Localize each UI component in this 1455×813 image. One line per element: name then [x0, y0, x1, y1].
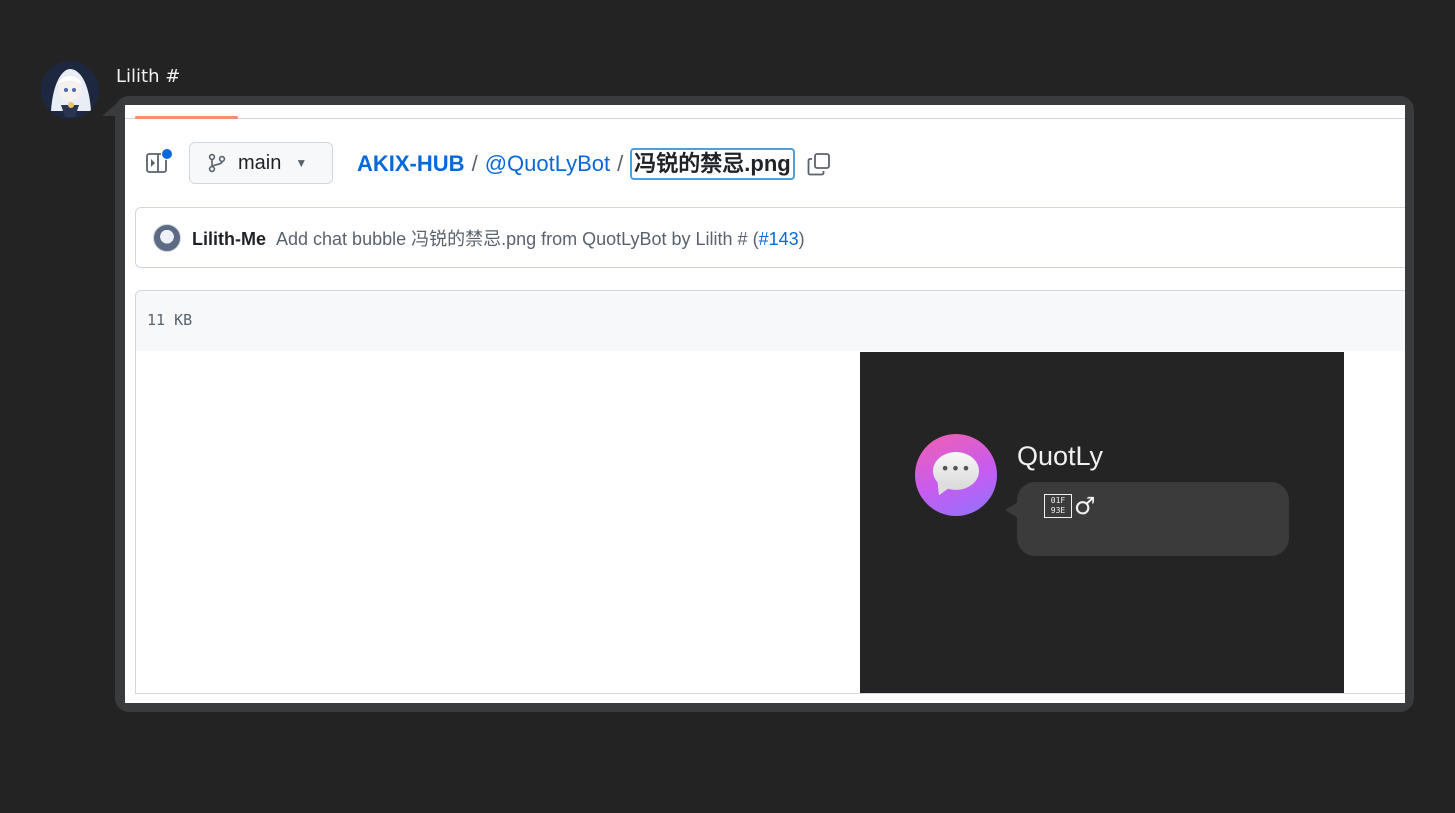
branch-name: main [238, 151, 282, 174]
copy-icon [807, 153, 830, 176]
git-branch-icon [208, 153, 226, 173]
caret-down-icon: ▼ [295, 156, 308, 170]
breadcrumb-repo-link[interactable]: AKIX-HUB [357, 151, 465, 177]
commit-message-text[interactable]: Add chat bubble 冯锐的禁忌.png from QuotLyBot… [276, 229, 759, 249]
missing-glyph-box: 01F 93E [1044, 494, 1072, 518]
breadcrumb-separator: / [471, 151, 478, 176]
top-divider [125, 118, 1405, 119]
commit-message-suffix: ) [798, 229, 805, 249]
breadcrumb-separator: / [617, 151, 624, 176]
sidebar-toggle-button[interactable] [146, 148, 173, 174]
breadcrumb-dir-link[interactable]: @QuotLyBot [485, 151, 610, 177]
file-header: 11 KB [135, 290, 1405, 352]
male-sign-text: ♂ [1074, 492, 1096, 520]
github-screenshot[interactable]: main ▼ AKIX-HUB / @QuotLyBot / 冯锐的禁忌.png… [125, 105, 1405, 703]
pull-request-link[interactable]: #143 [759, 229, 799, 249]
sender-name: Lilith # [116, 66, 181, 87]
quotly-name: QuotLy [1017, 441, 1104, 471]
latest-commit-bar: Lilith-Me Add chat bubble 冯锐的禁忌.png from … [135, 207, 1405, 268]
breadcrumb: AKIX-HUB / @QuotLyBot / 冯锐的禁忌.png [357, 148, 795, 180]
commit-author-link[interactable]: Lilith-Me [192, 229, 266, 249]
active-tab-indicator [135, 116, 238, 119]
copy-path-button[interactable] [807, 152, 831, 176]
breadcrumb-file-name: 冯锐的禁忌.png [630, 148, 795, 180]
notification-dot [161, 148, 173, 160]
quotly-avatar: ••• [915, 434, 997, 516]
anime-avatar-icon [41, 61, 99, 119]
commit-message: Lilith-Me Add chat bubble 冯锐的禁忌.png from … [192, 225, 805, 251]
sender-avatar[interactable] [41, 61, 99, 119]
image-viewer: ••• QuotLy 01F 93E ♂ [135, 351, 1405, 694]
message-bubble-tail [102, 104, 116, 116]
image-preview: ••• QuotLy 01F 93E ♂ [860, 352, 1344, 693]
file-size: 11 KB [147, 311, 193, 329]
quote-text: 01F 93E ♂ [1044, 492, 1096, 520]
commit-author-avatar[interactable] [153, 224, 181, 252]
branch-selector[interactable]: main ▼ [189, 142, 333, 184]
